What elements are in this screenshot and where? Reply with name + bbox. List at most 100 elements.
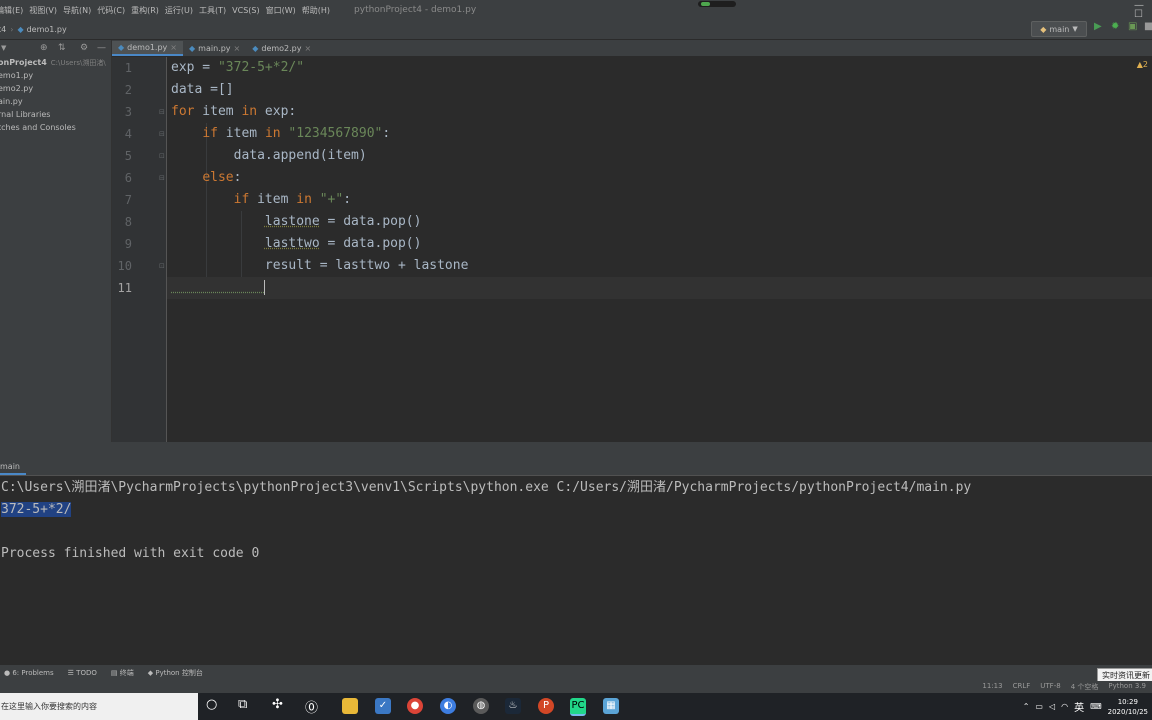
- tree-item-external-libraries[interactable]: rnal Libraries: [0, 108, 111, 121]
- debug-icon[interactable]: ✹: [1111, 21, 1119, 32]
- app-icon[interactable]: ◍: [473, 698, 489, 714]
- status-line-separator[interactable]: CRLF: [1013, 682, 1031, 692]
- collapse-icon[interactable]: ⇅: [58, 43, 66, 53]
- tab-python-console[interactable]: ◆ Python 控制台: [148, 668, 203, 678]
- code-line-9: lasttwo = data.pop(): [264, 236, 422, 251]
- steam-icon[interactable]: ♨: [505, 698, 521, 714]
- menu-edit[interactable]: 编辑(E): [0, 5, 23, 16]
- tab-todo[interactable]: ☰ TODO: [68, 669, 97, 677]
- stop-icon[interactable]: ■: [1144, 21, 1152, 32]
- close-icon[interactable]: ×: [305, 44, 312, 53]
- console-output-line: 372-5+*2/: [1, 502, 72, 517]
- navigation-bar: t4 › ◆ demo1.py ◆ main ▼ ▶ ✹ ▣ ■: [0, 20, 1152, 40]
- tree-item-scratches[interactable]: tches and Consoles: [0, 121, 111, 134]
- hide-icon[interactable]: —: [97, 43, 106, 53]
- tree-item-main[interactable]: ain.py: [0, 95, 111, 108]
- browser-icon[interactable]: ◐: [440, 698, 456, 714]
- windows-taskbar: 在这里输入你要搜索的内容 ○ ⧉ ✣ ⓪ ✓ ● ◐ ◍ ♨ P PC ▦ ⌃ …: [0, 693, 1152, 720]
- keyboard-icon[interactable]: ⌨: [1090, 702, 1102, 711]
- code-editor[interactable]: 1 2 3 4 5 6 7 8 9 10 11 ⊟ ⊟ ⊡ ⊟ ⊡ ▲2 exp…: [112, 57, 1152, 442]
- tab-demo1[interactable]: ◆ demo1.py ×: [112, 41, 183, 56]
- menu-vcs[interactable]: VCS(S): [232, 6, 259, 15]
- app-icon[interactable]: ✓: [375, 698, 391, 714]
- powerpoint-icon[interactable]: P: [538, 698, 554, 714]
- clock-date: 2020/10/25: [1107, 707, 1148, 716]
- fold-marker-icon[interactable]: ⊡: [159, 255, 165, 277]
- menu-window[interactable]: 窗口(W): [266, 5, 296, 16]
- pycharm-icon[interactable]: PC: [570, 698, 586, 716]
- menu-navigate[interactable]: 导航(N): [63, 5, 91, 16]
- dropdown-arrow-icon[interactable]: ▼: [1, 44, 6, 52]
- gear-icon[interactable]: ⚙: [80, 43, 88, 53]
- ime-indicator[interactable]: 英: [1074, 699, 1084, 714]
- speaker-icon[interactable]: ◁: [1049, 702, 1055, 711]
- menu-code[interactable]: 代码(C): [97, 5, 125, 16]
- fold-marker-icon[interactable]: ⊟: [159, 123, 165, 145]
- file-explorer-icon[interactable]: [342, 698, 358, 714]
- status-interpreter[interactable]: Python 3.9: [1108, 682, 1146, 692]
- code-line-4: if item in "1234567890":: [202, 126, 391, 141]
- app-icon[interactable]: ⓪: [305, 697, 318, 716]
- tab-label: main.py: [198, 44, 231, 53]
- status-bar: 11:13 CRLF UTF-8 4 个空格 Python 3.9: [0, 681, 1152, 693]
- app-icon[interactable]: ▦: [603, 698, 619, 714]
- run-panel-header: main: [0, 460, 1152, 476]
- tree-item-demo2[interactable]: emo2.py: [0, 82, 111, 95]
- code-line-7: if item in "+":: [233, 192, 352, 207]
- menu-tools[interactable]: 工具(T): [199, 5, 226, 16]
- line-number: 1: [124, 61, 132, 75]
- run-config-select[interactable]: ◆ main ▼: [1031, 21, 1087, 37]
- tab-main[interactable]: ◆ main.py ×: [183, 41, 246, 56]
- app-icon[interactable]: ✣: [272, 697, 283, 712]
- run-console[interactable]: C:\Users\溯田渚\PycharmProjects\pythonProje…: [0, 476, 1152, 665]
- menu-help[interactable]: 帮助(H): [302, 5, 330, 16]
- todo-icon: ☰: [67, 669, 74, 677]
- console-command-line: C:\Users\溯田渚\PycharmProjects\pythonProje…: [1, 480, 972, 495]
- status-indent[interactable]: 4 个空格: [1071, 682, 1099, 692]
- coverage-icon[interactable]: ▣: [1128, 21, 1137, 32]
- python-file-icon: ◆: [17, 25, 24, 34]
- tab-terminal[interactable]: ▤ 终端: [111, 668, 134, 678]
- fold-marker-icon[interactable]: ⊟: [159, 101, 165, 123]
- tray-chevron-icon[interactable]: ⌃: [1023, 702, 1030, 711]
- wifi-icon[interactable]: ◠: [1061, 702, 1068, 711]
- taskbar-search-input[interactable]: 在这里输入你要搜索的内容: [0, 693, 198, 720]
- locate-icon[interactable]: ⊕: [40, 43, 48, 53]
- window-title: pythonProject4 - demo1.py: [354, 5, 477, 15]
- problems-icon: ●: [4, 669, 11, 677]
- python-file-icon: ◆: [118, 43, 125, 52]
- project-root-path: C:\Users\溯田渚\: [50, 59, 106, 67]
- code-line-3: for item in exp:: [171, 104, 297, 119]
- breadcrumb-project[interactable]: t4: [0, 25, 6, 34]
- network-icon[interactable]: ▭: [1035, 702, 1043, 711]
- warning-count-badge[interactable]: ▲2: [1137, 60, 1148, 69]
- python-icon: ◆: [1040, 24, 1047, 34]
- text-caret: [263, 280, 265, 295]
- tree-project-root[interactable]: onProject4 C:\Users\溯田渚\: [0, 56, 111, 69]
- run-icon[interactable]: ▶: [1094, 21, 1102, 32]
- tree-item-demo1[interactable]: emo1.py: [0, 69, 111, 82]
- tab-label: demo1.py: [127, 43, 168, 52]
- status-cursor-position[interactable]: 11:13: [982, 682, 1002, 692]
- cortana-icon[interactable]: ○: [206, 697, 217, 712]
- chrome-icon[interactable]: ●: [407, 698, 423, 714]
- fold-marker-icon[interactable]: ⊡: [159, 145, 165, 167]
- menu-view[interactable]: 视图(V): [29, 5, 57, 16]
- menu-refactor[interactable]: 重构(R): [131, 5, 159, 16]
- fold-marker-icon[interactable]: ⊟: [159, 167, 165, 189]
- close-icon[interactable]: ×: [234, 44, 241, 53]
- task-view-icon[interactable]: ⧉: [238, 697, 247, 712]
- code-line-2: data =[]: [171, 82, 234, 97]
- line-number: 8: [124, 215, 132, 229]
- maximize-button[interactable]: ☐: [1134, 10, 1144, 20]
- clock[interactable]: 10:29 2020/10/25: [1108, 697, 1148, 717]
- run-tab-main[interactable]: main: [0, 460, 26, 475]
- close-icon[interactable]: ×: [170, 43, 177, 52]
- tab-problems[interactable]: ● 6: Problems: [4, 669, 54, 677]
- breadcrumb-file[interactable]: demo1.py: [27, 25, 67, 34]
- menu-run[interactable]: 运行(U): [165, 5, 193, 16]
- line-number: 10: [117, 259, 132, 273]
- status-encoding[interactable]: UTF-8: [1040, 682, 1060, 692]
- code-line-1: exp = "372-5+*2/": [171, 60, 305, 75]
- tab-demo2[interactable]: ◆ demo2.py ×: [246, 41, 317, 56]
